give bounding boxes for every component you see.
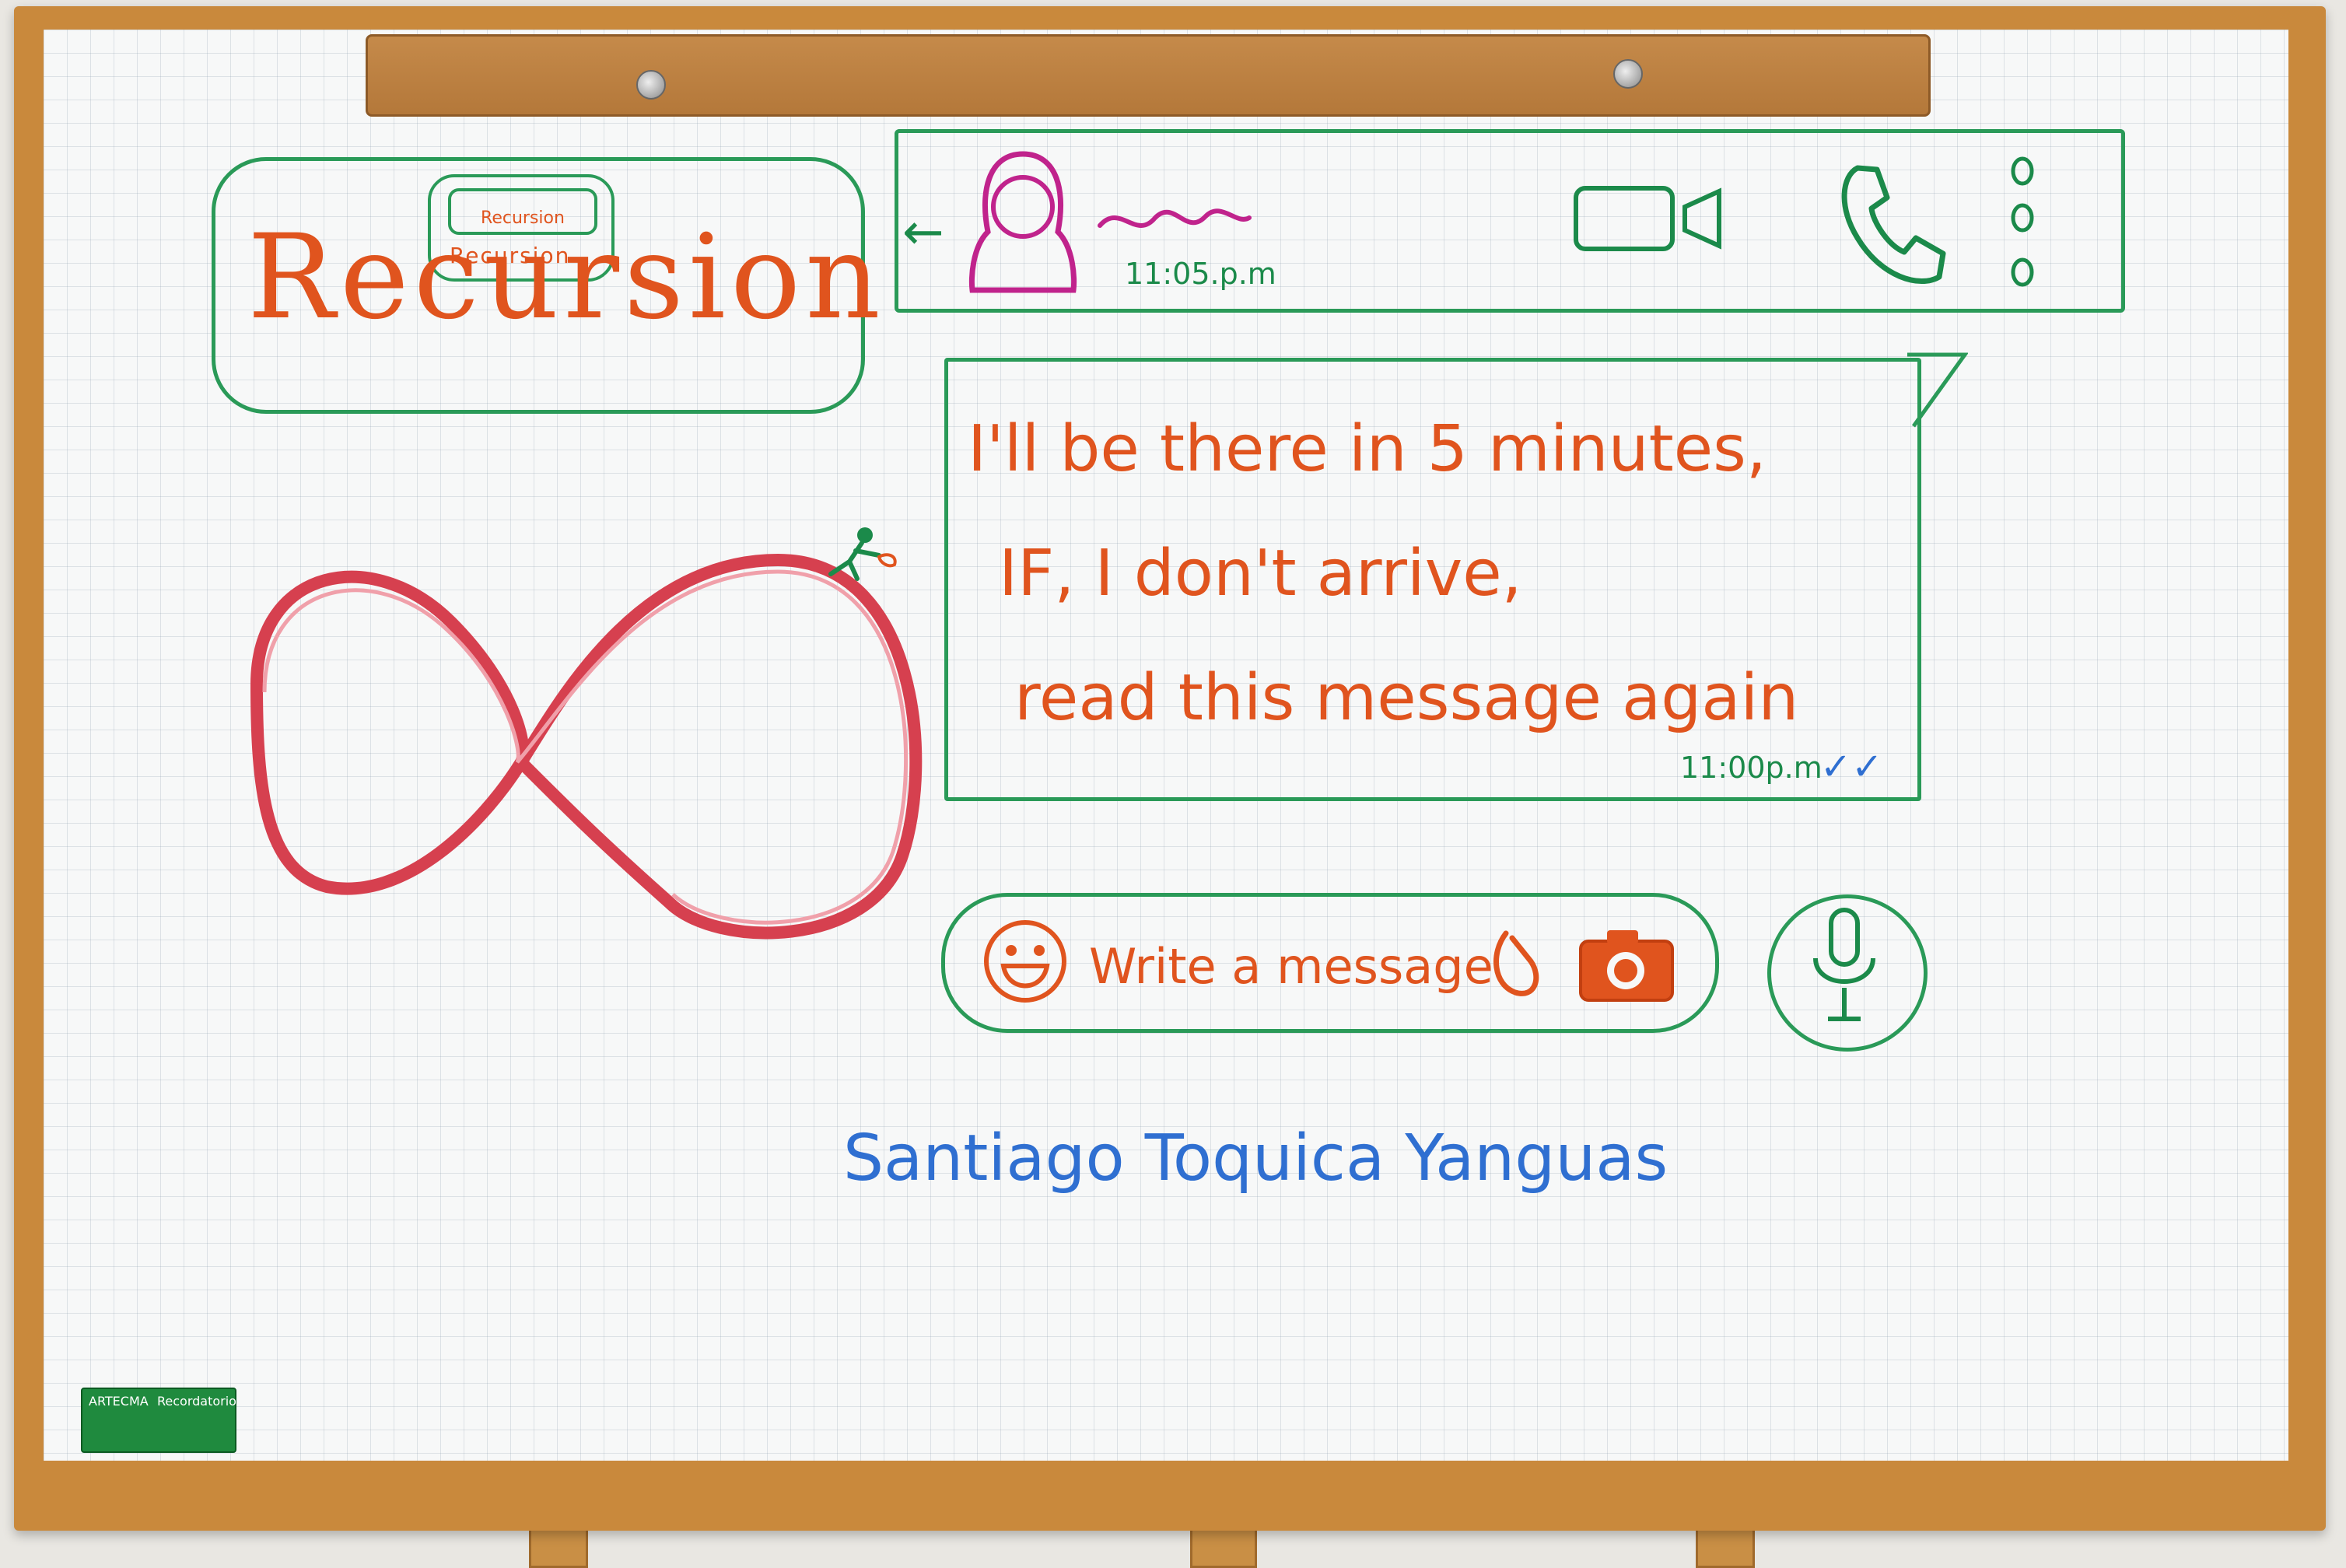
video-call-icon[interactable]	[1571, 184, 1727, 254]
stick-figure-icon	[828, 527, 897, 581]
camera-icon[interactable]	[1576, 924, 1677, 1005]
attach-clip-icon[interactable]	[1484, 922, 1546, 1000]
message-line-3: read this message again	[1014, 661, 1799, 735]
brand-sticker: ARTECMA Recordatorio	[81, 1388, 236, 1453]
contact-name-scribble	[1098, 208, 1252, 228]
marker-tray	[366, 34, 1931, 117]
microphone-icon	[1813, 908, 1875, 1021]
tray-pin-right	[1613, 59, 1643, 89]
sticker-brand: ARTECMA	[89, 1394, 149, 1409]
more-options-icon[interactable]	[1999, 156, 2046, 296]
app-name: Recursion	[247, 210, 885, 345]
message-input-placeholder[interactable]: Write a message	[1089, 938, 1493, 995]
author-signature: Santiago Toquica Yanguas	[843, 1122, 1668, 1195]
infinity-drawing	[250, 554, 923, 940]
last-seen-time: 11:05.p.m	[1125, 257, 1276, 291]
tray-pin-left	[636, 70, 666, 100]
bubble-tail	[1907, 352, 1968, 428]
phone-call-icon[interactable]	[1834, 160, 1951, 292]
back-arrow-icon[interactable]: ←	[902, 204, 944, 261]
message-line-1: I'll be there in 5 minutes,	[968, 412, 1767, 486]
read-ticks-icon: ✓✓	[1820, 745, 1883, 789]
contact-avatar-icon[interactable]	[965, 146, 1081, 294]
sticker-label: Recordatorio	[157, 1394, 236, 1409]
emoji-icon[interactable]	[982, 918, 1069, 1005]
message-time: 11:00p.m	[1680, 751, 1823, 785]
message-line-2: IF, I don't arrive,	[999, 537, 1522, 611]
